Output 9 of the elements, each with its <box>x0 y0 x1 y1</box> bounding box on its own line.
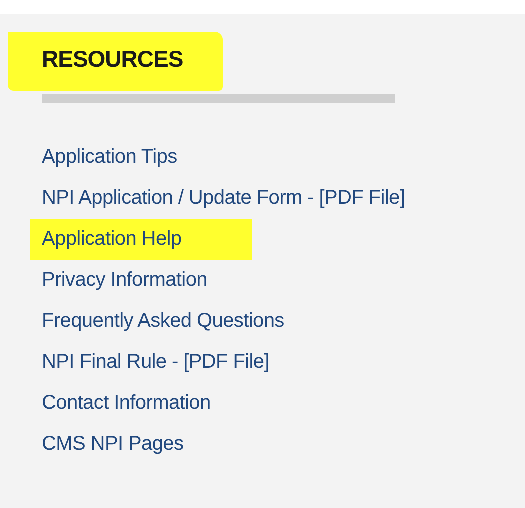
resource-link[interactable]: Application Help <box>30 219 252 260</box>
resource-link[interactable]: CMS NPI Pages <box>0 424 184 465</box>
section-heading: RESOURCES <box>8 32 224 91</box>
resource-link[interactable]: NPI Application / Update Form - [PDF File] <box>0 178 406 219</box>
resource-link[interactable]: NPI Final Rule - [PDF File] <box>0 342 270 383</box>
resource-link[interactable]: Privacy Information <box>0 260 208 301</box>
resource-link[interactable]: Contact Information <box>0 383 211 424</box>
resource-link[interactable]: Frequently Asked Questions <box>0 301 284 342</box>
resource-link[interactable]: Application Tips <box>0 137 178 178</box>
